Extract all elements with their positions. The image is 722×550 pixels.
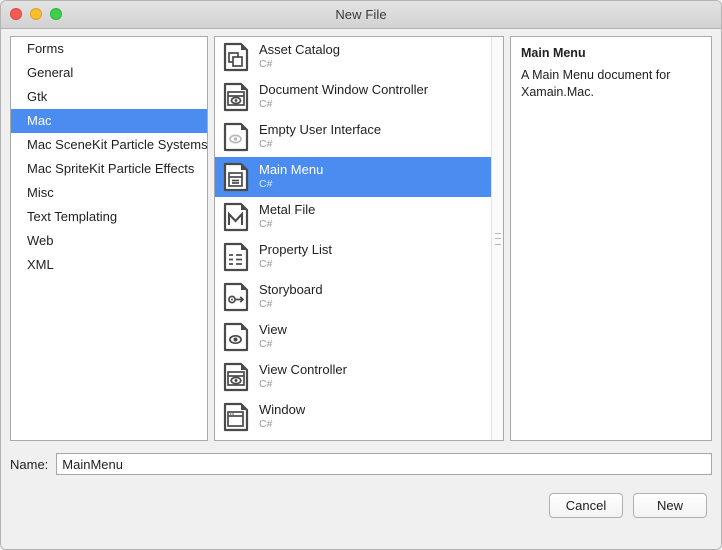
template-item-labels: Document Window Controller C# [259,83,428,111]
template-item-property-list[interactable]: Property List C# [215,237,503,277]
template-item-storyboard[interactable]: Storyboard C# [215,277,503,317]
name-row: Name: [1,441,721,475]
window-title: New File [335,7,387,22]
view-controller-icon [222,362,250,392]
template-item-name: Document Window Controller [259,83,429,98]
new-button[interactable]: New [633,493,707,518]
template-item-labels: Window C# [259,403,305,431]
minimize-button[interactable] [30,8,42,20]
template-item-name: View [259,323,287,338]
template-item-labels: View Controller C# [259,363,347,391]
category-item-label: Mac [27,113,52,128]
template-item-labels: Storyboard C# [259,283,323,311]
template-item-language: C# [259,58,273,71]
footer-buttons: Cancel New [1,475,721,518]
template-item-language: C# [259,218,273,231]
main-menu-icon [222,162,250,192]
template-list-scrollbar[interactable] [491,37,503,440]
template-item-document-window-controller[interactable]: Document Window Controller C# [215,77,503,117]
dialog-body: Forms General Gtk Mac Mac SceneKit Particle … [1,29,721,549]
traffic-lights [10,8,62,20]
zoom-button[interactable] [50,8,62,20]
template-item-window[interactable]: Window C# [215,397,503,437]
template-item-language: C# [259,138,273,151]
template-list[interactable]: Asset Catalog C# Document Window Controlle… [214,36,504,441]
category-item-mac-scenekit-particle-systems[interactable]: Mac SceneKit Particle Systems [11,133,207,157]
template-scroll-area[interactable]: Asset Catalog C# Document Window Controlle… [215,37,503,440]
metal-file-icon [222,202,250,232]
template-item-language: C# [259,338,273,351]
template-item-labels: View C# [259,323,287,351]
template-item-language: C# [259,418,273,431]
template-item-name: Storyboard [259,283,323,298]
template-item-name: Asset Catalog [259,43,340,58]
template-item-view[interactable]: View C# [215,317,503,357]
category-item-xml[interactable]: XML [11,253,207,277]
template-item-main-menu[interactable]: Main Menu C# [215,157,503,197]
empty-user-interface-icon [222,122,250,152]
category-item-label: XML [27,257,54,272]
category-item-label: General [27,65,74,80]
category-item-label: Misc [27,185,54,200]
template-item-language: C# [259,258,273,271]
description-panel: Main Menu A Main Menu document for Xamai… [510,36,712,441]
template-item-labels: Metal File C# [259,203,315,231]
close-button[interactable] [10,8,22,20]
template-item-name: Property List [259,243,332,258]
property-list-icon [222,242,250,272]
category-item-label: Web [27,233,54,248]
template-item-labels: Empty User Interface C# [259,123,381,151]
template-item-empty-user-interface[interactable]: Empty User Interface C# [215,117,503,157]
category-item-label: Mac SpriteKit Particle Effects [27,161,195,176]
name-label: Name: [10,456,49,472]
category-item-label: Gtk [27,89,48,104]
storyboard-icon [222,282,250,312]
scrollbar-grip-icon[interactable] [495,232,501,245]
category-item-misc[interactable]: Misc [11,181,207,205]
category-item-forms[interactable]: Forms [11,37,207,61]
category-item-gtk[interactable]: Gtk [11,85,207,109]
template-item-labels: Property List C# [259,243,332,271]
window-icon [222,402,250,432]
category-item-general[interactable]: General [11,61,207,85]
panes-row: Forms General Gtk Mac Mac SceneKit Particle … [1,29,721,441]
template-item-language: C# [259,98,273,111]
document-window-controller-icon [222,82,250,112]
title-bar: New File [1,1,721,29]
category-item-label: Forms [27,41,64,56]
template-item-name: Metal File [259,203,316,218]
template-item-labels: Main Menu C# [259,163,323,191]
template-item-language: C# [259,178,273,191]
category-item-mac-spritekit-particle-effects[interactable]: Mac SpriteKit Particle Effects [11,157,207,181]
template-item-name: Empty User Interface [259,123,382,138]
category-item-label: Mac SceneKit Particle Systems [27,137,207,152]
template-item-name: View Controller [259,363,347,378]
description-text: A Main Menu document for Xamain.Mac. [521,68,671,99]
new-file-dialog: New File Forms General Gtk Mac Mac SceneKit … [0,0,722,550]
category-item-mac[interactable]: Mac [11,109,207,133]
view-icon [222,322,250,352]
template-item-view-controller[interactable]: View Controller C# [215,357,503,397]
template-item-name: Main Menu [259,163,324,178]
cancel-button[interactable]: Cancel [549,493,623,518]
category-item-web[interactable]: Web [11,229,207,253]
category-item-text-templating[interactable]: Text Templating [11,205,207,229]
asset-catalog-icon [222,42,250,72]
template-item-labels: Asset Catalog C# [259,43,340,71]
template-item-metal-file[interactable]: Metal File C# [215,197,503,237]
template-item-language: C# [259,298,273,311]
template-item-name: Window [259,403,306,418]
category-item-label: Text Templating [27,209,118,224]
name-input[interactable] [56,453,712,475]
template-item-language: C# [259,378,273,391]
description-title: Main Menu [521,46,586,60]
template-item-asset-catalog[interactable]: Asset Catalog C# [215,37,503,77]
category-list[interactable]: Forms General Gtk Mac Mac SceneKit Particle … [10,36,208,441]
